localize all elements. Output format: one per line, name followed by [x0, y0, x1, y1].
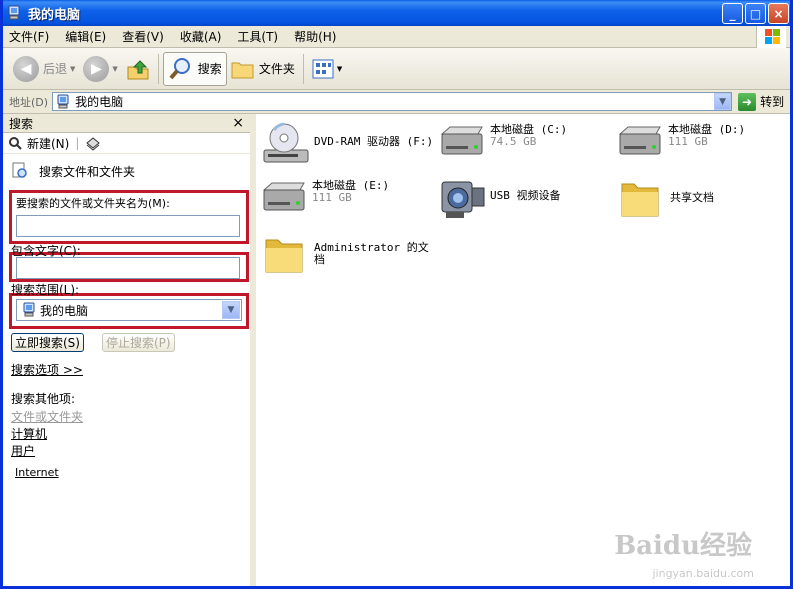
filename-highlight-box: 要搜索的文件或文件夹名为(M): [9, 190, 249, 244]
search-icon [169, 57, 190, 79]
search-pane-header: 搜索 × [3, 114, 250, 133]
internet-search-link[interactable]: Internet [15, 466, 59, 479]
minimize-button[interactable]: _ [722, 3, 743, 24]
search-pane: 搜索 × 新建(N) | 搜索文件和文件夹 要搜索的文件或文件夹名为(M): 包… [3, 114, 253, 586]
new-search-label: 新建(N) [27, 136, 70, 151]
search-options-text[interactable]: 搜索选项 >> [11, 363, 83, 377]
maximize-button[interactable]: □ [745, 3, 766, 24]
search-heading-text: 搜索文件和文件夹 [39, 164, 136, 179]
back-arrow-icon: ◀ [13, 55, 39, 82]
drive-item-c[interactable]: 本地磁盘 (C:) 74.5 GB [438, 124, 567, 170]
drive-item-d[interactable]: 本地磁盘 (D:) 111 GB [616, 124, 745, 170]
address-value: 我的电脑 [75, 95, 124, 109]
chevron-down-icon[interactable]: ▼ [112, 65, 117, 73]
address-label: 地址(D) [9, 95, 49, 109]
folder-icon [262, 234, 310, 280]
go-button[interactable]: ➜ 转到 [738, 92, 785, 111]
stack-icon[interactable] [85, 135, 101, 151]
hard-disk-icon [616, 124, 664, 170]
chevron-down-icon[interactable]: ▼ [70, 65, 75, 73]
window-title: 我的电脑 [28, 7, 81, 23]
explorer-window: 我的电脑 _ □ × 文件(F) 编辑(E) 查看(V) 收藏(A) 工具(T)… [0, 0, 793, 589]
forward-arrow-icon: ▶ [83, 55, 110, 82]
search-icon [9, 137, 22, 150]
drive-item-e[interactable]: 本地磁盘 (E:) 111 GB [260, 180, 389, 226]
other-users-link[interactable]: 用户 [11, 444, 35, 458]
standard-toolbar: ◀ 后退 ▼ ▶ ▼ 搜索 文件夹 ▼ [3, 48, 790, 90]
drive-size: 111 GB [668, 135, 708, 148]
drive-name: DVD-RAM 驱动器 (F:) [314, 135, 434, 148]
menu-help[interactable]: 帮助(H) [294, 28, 336, 45]
computer-icon [23, 302, 35, 317]
title-bar[interactable]: 我的电脑 _ □ × [3, 0, 790, 26]
folders-label: 文件夹 [258, 62, 295, 76]
address-input[interactable]: 我的电脑 ▼ [52, 92, 733, 111]
search-now-button[interactable]: 立即搜索(S) [11, 333, 84, 352]
folder-name: Administrator 的文档 [314, 241, 429, 266]
other-computers-link[interactable]: 计算机 [11, 427, 47, 441]
stop-search-button[interactable]: 停止搜索(P) [101, 333, 175, 352]
baidu-watermark: Baidu经验 [614, 531, 752, 561]
menu-tools[interactable]: 工具(T) [237, 28, 278, 45]
folder-name: 共享文档 [670, 191, 714, 204]
back-button[interactable]: ◀ 后退 ▼ [9, 52, 79, 86]
device-name: USB 视频设备 [490, 189, 561, 202]
go-label: 转到 [760, 95, 785, 109]
drive-item-dvd[interactable]: DVD-RAM 驱动器 (F:) [262, 120, 433, 166]
search-scope-value: 我的电脑 [40, 303, 89, 318]
computer-icon [57, 94, 69, 108]
baidu-watermark-url: jingyan.baidu.com [652, 567, 754, 580]
filename-input[interactable] [16, 215, 240, 237]
search-pane-toolbar: 新建(N) | [3, 133, 250, 154]
views-button[interactable]: ▼ [308, 52, 346, 86]
folder-icon [231, 62, 254, 78]
menu-bar: 文件(F) 编辑(E) 查看(V) 收藏(A) 工具(T) 帮助(H) [3, 26, 790, 48]
contains-text-input[interactable] [16, 257, 240, 279]
menu-edit[interactable]: 编辑(E) [65, 28, 106, 45]
chevron-down-icon[interactable]: ▼ [337, 65, 342, 73]
folder-item-admin-docs[interactable]: Administrator 的文档 [262, 234, 430, 280]
menu-favorites[interactable]: 收藏(A) [180, 28, 222, 45]
menu-view[interactable]: 查看(V) [122, 28, 164, 45]
drive-size: 74.5 GB [490, 135, 537, 148]
search-other-label: 搜索其他项: [11, 392, 76, 406]
menu-file[interactable]: 文件(F) [9, 28, 49, 45]
chevron-down-icon[interactable]: ▼ [222, 301, 240, 319]
close-button[interactable]: × [768, 3, 789, 24]
chevron-down-icon[interactable]: ▼ [714, 93, 732, 110]
search-scope-highlight-box: 我的电脑 ▼ [9, 293, 249, 329]
search-pane-title: 搜索 [9, 116, 34, 131]
windows-logo-icon [756, 26, 786, 48]
filename-label: 要搜索的文件或文件夹名为(M): [16, 197, 170, 210]
camera-icon [438, 176, 486, 222]
search-label: 搜索 [197, 62, 222, 76]
drives-view: DVD-RAM 驱动器 (F:) 本地磁盘 (C:) 74.5 GB 本地磁盘 … [256, 114, 790, 586]
back-label: 后退 [43, 62, 68, 76]
hard-disk-icon [438, 124, 486, 170]
folders-button[interactable]: 文件夹 [227, 52, 299, 86]
folder-item-shared[interactable]: 共享文档 [618, 178, 714, 224]
drive-size: 111 GB [312, 191, 352, 204]
new-search-button[interactable]: 新建(N) [7, 135, 69, 152]
up-folder-icon [127, 59, 149, 79]
search-scope-select[interactable]: 我的电脑 ▼ [16, 299, 242, 321]
hard-disk-icon [260, 180, 308, 226]
folder-icon [618, 178, 666, 224]
computer-icon [6, 5, 22, 21]
device-item-usb-video[interactable]: USB 视频设备 [438, 176, 561, 222]
forward-button[interactable]: ▶ ▼ [79, 52, 121, 86]
search-actions: 立即搜索(S) 停止搜索(P) [11, 333, 242, 352]
other-files-folders-link[interactable]: 文件或文件夹 [11, 410, 83, 424]
close-icon[interactable]: × [232, 115, 244, 131]
search-options-link[interactable]: 搜索选项 >> [11, 361, 242, 378]
up-folder-button[interactable] [122, 52, 154, 86]
search-button[interactable]: 搜索 [162, 51, 227, 86]
document-search-icon [12, 162, 27, 178]
go-arrow-icon: ➜ [738, 92, 757, 111]
address-bar: 地址(D) 我的电脑 ▼ ➜ 转到 [3, 90, 790, 114]
dvd-drive-icon [262, 120, 310, 166]
views-grid-icon [312, 59, 334, 78]
search-files-heading: 搜索文件和文件夹 [11, 162, 242, 180]
